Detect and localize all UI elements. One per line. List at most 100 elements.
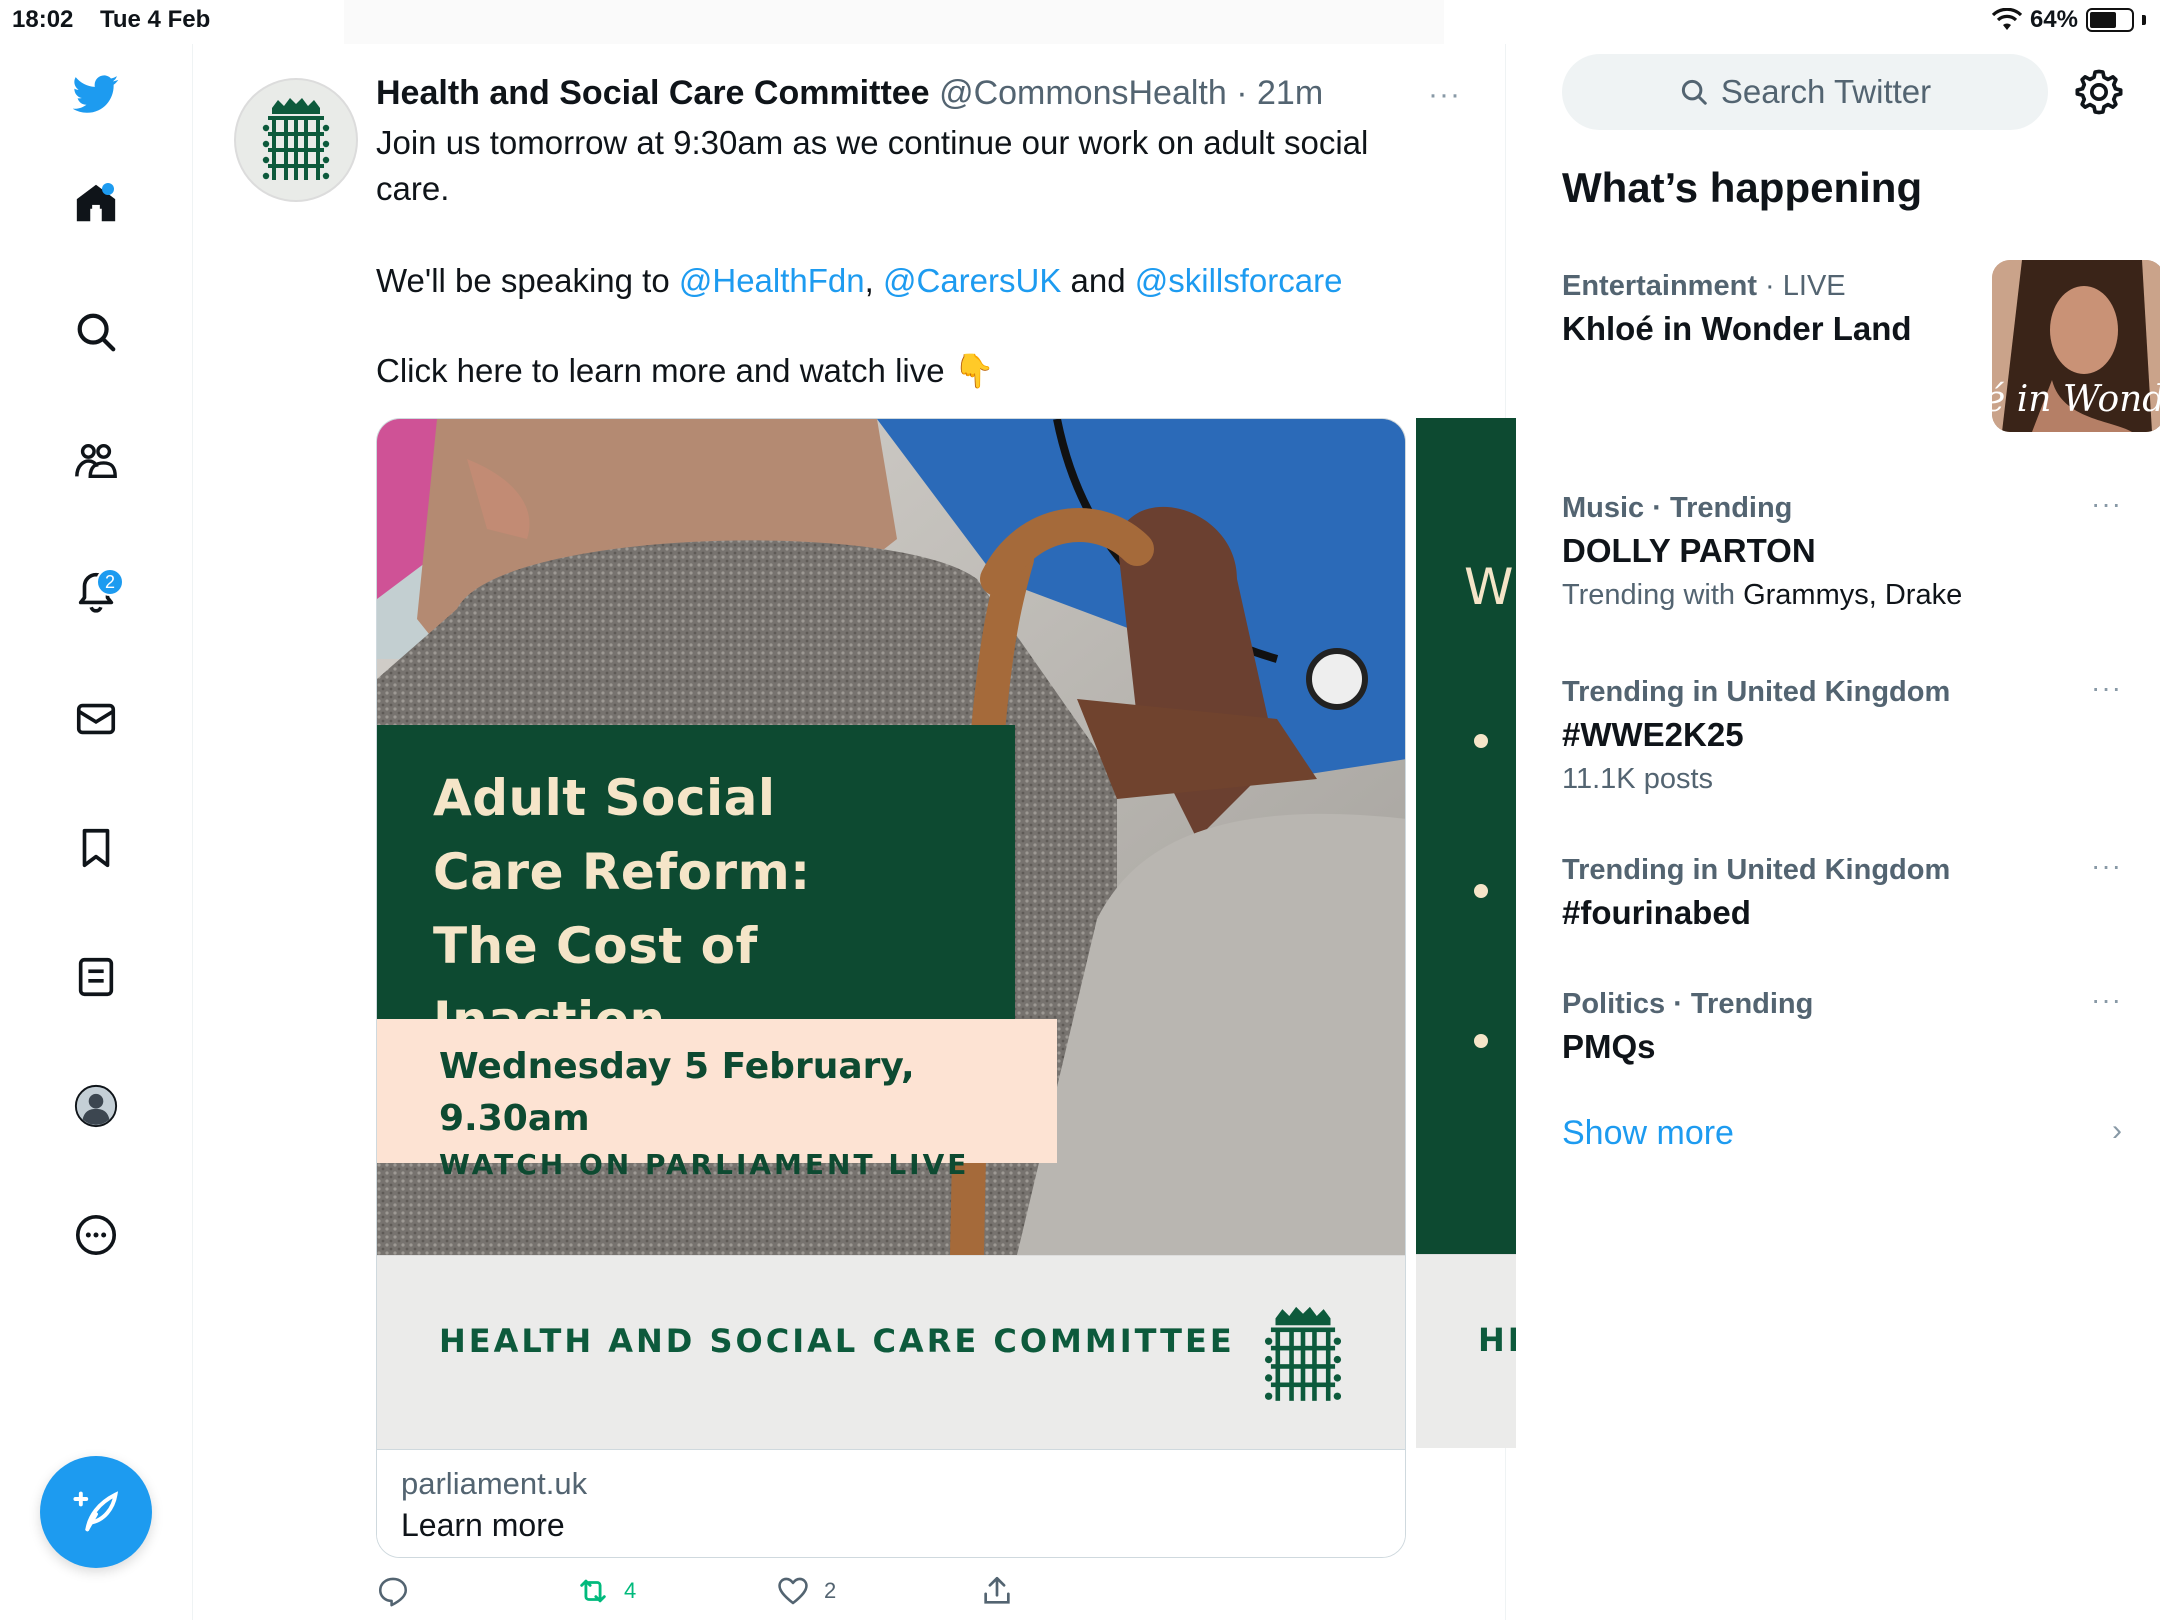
nav-profile[interactable] [64, 1074, 128, 1138]
trend-thumbnail[interactable]: é in Wonder L [1992, 260, 2160, 432]
card-2-bullet [1474, 1034, 1488, 1048]
search-icon [77, 313, 116, 352]
search-bar[interactable]: Search Twitter [1562, 54, 2048, 130]
tweet-timestamp[interactable]: 21m [1257, 74, 1323, 112]
search-icon [1681, 79, 1707, 105]
card-learn-more[interactable]: Learn more [401, 1504, 1383, 1546]
trend-more-button[interactable]: ··· [2091, 672, 2122, 704]
tweet-actions: 4 2 [376, 1574, 1406, 1620]
mention-skillsforcare[interactable]: @skillsforcare [1135, 262, 1343, 299]
card-watch-label: WATCH ON PARLIAMENT LIVE [439, 1148, 970, 1181]
compose-feather-icon [73, 1491, 119, 1532]
mention-healthfdn[interactable]: @HealthFdn [679, 262, 865, 299]
trend-item[interactable]: Entertainment · LIVE Khloé in Wonder Lan… [1562, 260, 2160, 432]
retweet-count: 4 [624, 1578, 637, 1603]
card-heading-1: Adult Social [433, 769, 776, 827]
share-button[interactable] [980, 1574, 1014, 1608]
trend-more-button[interactable]: ··· [2091, 850, 2122, 882]
tweet-author-name[interactable]: Health and Social Care Committee [376, 74, 930, 112]
nav-home[interactable] [64, 171, 128, 235]
trend-more-button[interactable]: ··· [2091, 488, 2122, 520]
nav-bookmarks[interactable] [64, 816, 128, 880]
mention-carersuk[interactable]: @CarersUK [883, 262, 1061, 299]
battery-tip [2142, 15, 2146, 25]
card-event-date: Wednesday 5 February, 9.30am [439, 1046, 915, 1139]
mail-icon [76, 703, 116, 735]
trend-subtitle: Trending with Grammys, Drake [1562, 579, 1963, 611]
retweet-button[interactable]: 4 [576, 1574, 636, 1608]
card-banner-title: HEALTH AND SOCIAL CARE COMMITTEE [439, 1322, 1235, 1360]
trend-name: PMQs [1562, 1028, 1656, 1065]
nav-more[interactable] [64, 1203, 128, 1267]
card-heading-2: Care Reform: [433, 843, 811, 901]
status-right: 64% [1991, 6, 2146, 34]
tweet-text: Join us tomorrow at 9:30am as we continu… [376, 120, 1436, 440]
battery-icon [2086, 8, 2134, 32]
tweet-text-and: and [1061, 262, 1135, 299]
settings-button[interactable] [2073, 66, 2125, 118]
chevron-right-icon: › [2112, 1114, 2122, 1147]
timeline-top-edge [344, 0, 1444, 44]
card-2-banner: HI [1416, 1254, 1516, 1448]
trend-item[interactable]: Trending in United Kingdom #WWE2K25 11.1… [1562, 672, 2122, 800]
whats-happening-title: What’s happening [1562, 164, 1923, 211]
link-card-2[interactable]: W HI [1416, 418, 1516, 1448]
pointing-down-emoji: 👇 [953, 352, 995, 389]
tweet-header: Health and Social Care Committee @Common… [376, 74, 1323, 113]
status-date: Tue 4 Feb [100, 6, 211, 33]
tweet-more-button[interactable]: ··· [1428, 78, 1461, 112]
nav-messages[interactable] [64, 687, 128, 751]
card-meta[interactable]: parliament.uk Learn more [377, 1449, 1405, 1557]
portcullis-logo-icon [262, 98, 330, 180]
status-time: 18:02 [12, 6, 74, 33]
card-date-box: Wednesday 5 February, 9.30am WATCH ON PA… [377, 1019, 1057, 1181]
nav-explore[interactable] [64, 300, 128, 364]
trend-name: #WWE2K25 [1562, 716, 1744, 753]
gear-icon [2075, 69, 2123, 115]
tweet-text-line-1: Join us tomorrow at 9:30am as we continu… [376, 124, 1369, 207]
nav-lists[interactable] [64, 945, 128, 1009]
share-icon [984, 1576, 1010, 1604]
trend-more-button[interactable]: ··· [2091, 984, 2122, 1016]
card-image[interactable]: Adult Social Care Reform: The Cost of In… [377, 419, 1405, 1255]
profile-avatar-icon [74, 1084, 118, 1128]
show-more-link[interactable]: Show more › [1562, 1114, 2122, 1153]
card-2-bullet [1474, 734, 1488, 748]
battery-percent: 64% [2029, 6, 2078, 33]
tweet-text-prefix: We'll be speaking to [376, 262, 679, 299]
trend-thumb-text: é in Wonder L [1992, 379, 2160, 420]
search-placeholder: Search Twitter [1720, 73, 1932, 110]
trend-subtitle: 11.1K posts [1562, 763, 1714, 795]
notifications-badge: 2 [96, 568, 124, 596]
tweet-avatar[interactable] [234, 78, 358, 202]
trend-category: Politics · Trending [1562, 988, 1814, 1020]
card-banner: HEALTH AND SOCIAL CARE COMMITTEE [377, 1255, 1405, 1449]
like-button[interactable]: 2 [776, 1574, 836, 1608]
tweet-text-line-3: Click here to learn more and watch live … [376, 348, 1436, 394]
more-circle-icon [75, 1214, 117, 1256]
trend-name: #fourinabed [1562, 894, 1751, 931]
nav-notifications[interactable]: 2 [64, 558, 128, 622]
bookmark-icon [82, 828, 110, 868]
card-title-box: Adult Social Care Reform: The Cost of In… [377, 725, 1015, 1049]
card-2-bullet [1474, 884, 1488, 898]
tweet-text-cta: Click here to learn more and watch live [376, 352, 945, 389]
twitter-logo-icon[interactable] [64, 62, 128, 126]
trend-category: Trending in United Kingdom [1562, 854, 1951, 886]
tweet-author-handle[interactable]: @CommonsHealth [939, 74, 1227, 112]
home-unread-dot [102, 183, 114, 195]
nav-communities[interactable] [64, 429, 128, 493]
retweet-icon [580, 1579, 606, 1603]
heart-icon [778, 1577, 808, 1605]
reply-button[interactable] [376, 1574, 410, 1608]
compose-tweet-button[interactable] [40, 1456, 152, 1568]
trend-item[interactable]: Music · Trending DOLLY PARTON Trending w… [1562, 488, 2122, 616]
link-card[interactable]: Adult Social Care Reform: The Cost of In… [376, 418, 1406, 1558]
portcullis-banner-icon [1264, 1306, 1342, 1401]
card-2-image: W [1416, 418, 1516, 1254]
tweet-separator: · [1226, 74, 1258, 112]
card-domain: parliament.uk [401, 1466, 588, 1501]
trend-item[interactable]: Politics · Trending PMQs ··· [1562, 984, 2122, 1070]
trend-category: Music · Trending [1562, 492, 1793, 524]
trend-item[interactable]: Trending in United Kingdom #fourinabed ·… [1562, 850, 2122, 936]
